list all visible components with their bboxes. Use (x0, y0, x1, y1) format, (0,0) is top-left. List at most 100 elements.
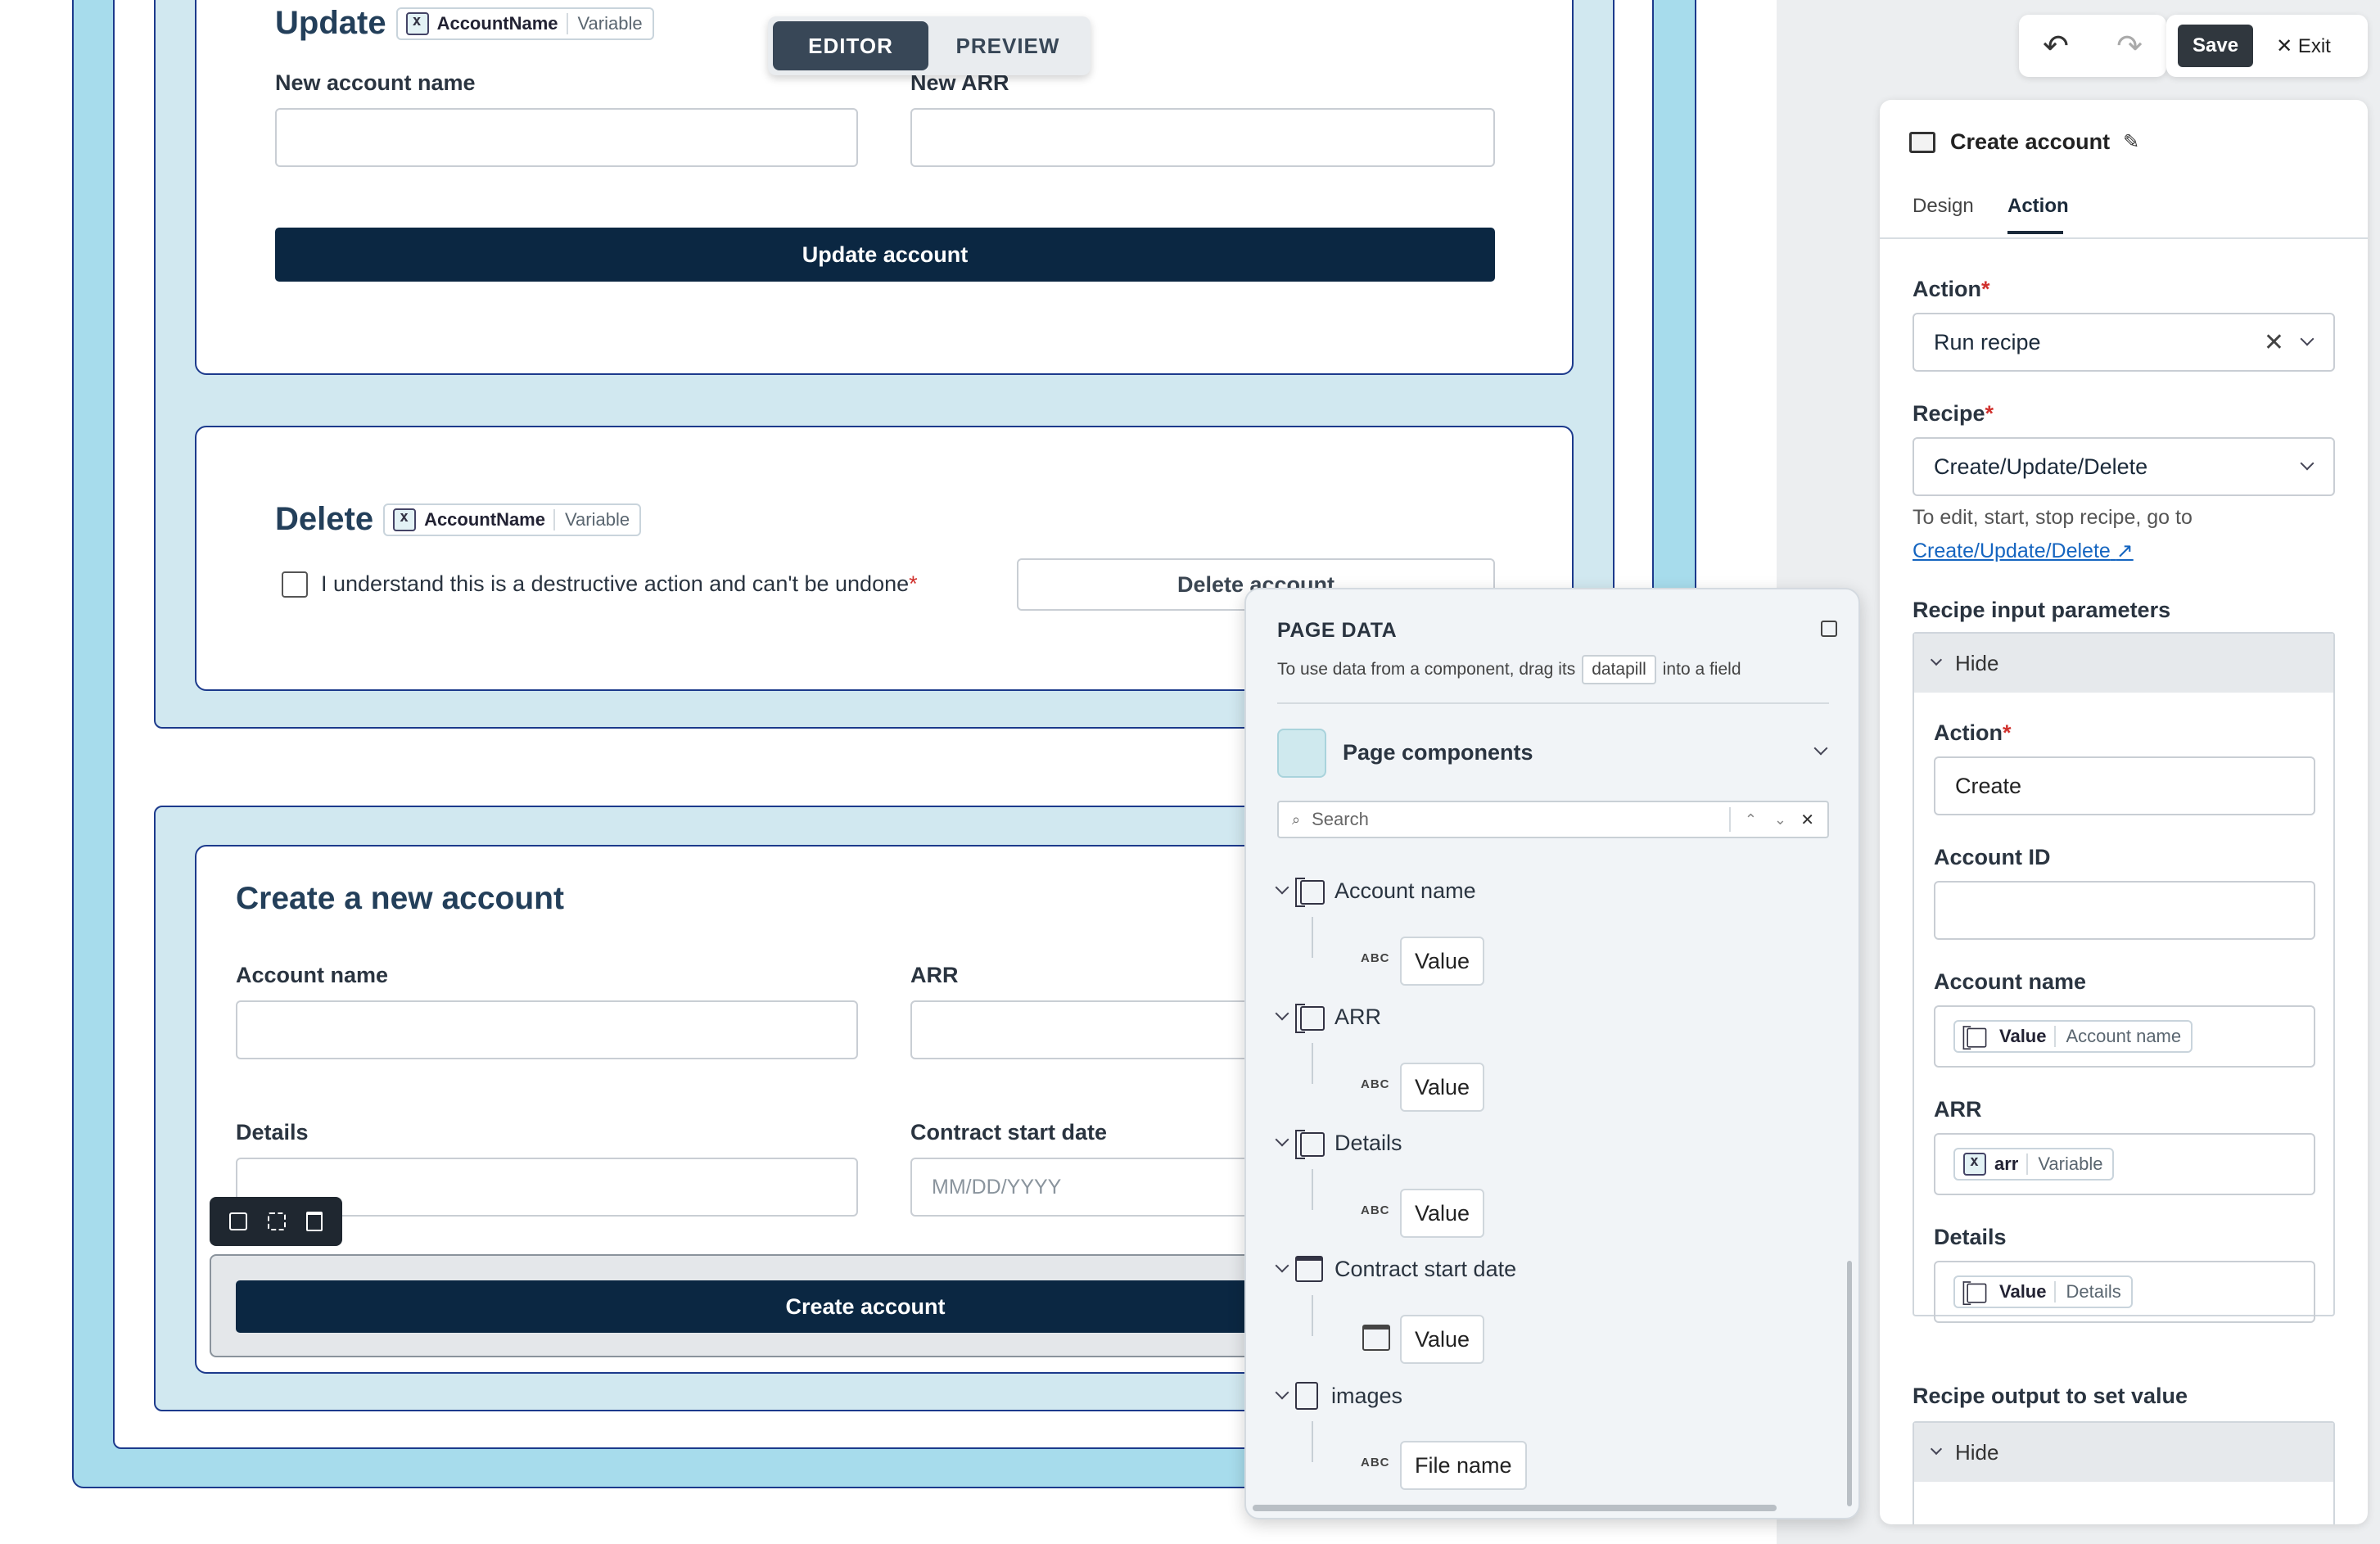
accountname-pill[interactable]: AccountName Variable (395, 7, 654, 40)
trash-icon[interactable] (305, 1212, 323, 1231)
account-name-label: Account name (236, 963, 389, 987)
editor-preview-toggle: EDITOR PREVIEW (768, 16, 1091, 75)
horizontal-scrollbar[interactable] (1253, 1505, 1777, 1511)
tree-line (1312, 1169, 1313, 1210)
tab-design[interactable]: Design (1913, 195, 1974, 218)
search-icon: ⌕ (1292, 810, 1301, 828)
arr-datapill[interactable]: arrVariable (1953, 1148, 2115, 1181)
chevron-down-icon[interactable]: ⌄ (1774, 811, 1786, 828)
abc-icon: ABC (1361, 951, 1390, 965)
active-tab-indicator (2007, 231, 2063, 234)
chevron-up-icon[interactable]: ⌃ (1745, 811, 1757, 828)
edit-pencil-icon[interactable]: ✎ (2123, 130, 2139, 154)
account-id-label: Account ID (1934, 845, 2051, 869)
chevron-down-icon (1275, 1385, 1289, 1400)
properties-panel: Create account ✎ Design Action Action* R… (1880, 100, 2368, 1524)
tree-item-images[interactable]: images (1275, 1382, 1402, 1410)
abc-icon: ABC (1361, 1077, 1390, 1091)
clear-icon[interactable]: ✕ (2264, 328, 2284, 357)
tab-action[interactable]: Action (2007, 195, 2069, 218)
tree-item-details[interactable]: Details (1275, 1130, 1402, 1159)
arr-param-input[interactable]: arrVariable (1934, 1133, 2315, 1195)
account-id-input[interactable] (1934, 881, 2315, 940)
account-name-input[interactable] (236, 1000, 858, 1059)
arr-param-label: ARR (1934, 1097, 1982, 1122)
save-exit-toolbar: Save ✕ Exit (2166, 15, 2368, 77)
variable-icon (1963, 1153, 1986, 1176)
images-file-name-pill[interactable]: File name (1400, 1441, 1527, 1490)
tabs-divider (1880, 237, 2368, 239)
recipe-link[interactable]: Create/Update/Delete ↗ (1913, 539, 2134, 563)
chevron-down-icon (1275, 1258, 1289, 1273)
account-name-param-label: Account name (1934, 969, 2087, 994)
calendar-icon (1295, 1256, 1323, 1282)
chevron-down-icon (2300, 456, 2315, 471)
update-title: Update (275, 5, 386, 41)
divider (1277, 702, 1829, 704)
new-arr-input[interactable] (910, 108, 1495, 167)
action-select[interactable]: Run recipe ✕ (1913, 313, 2335, 372)
create-title: Create a new account (236, 881, 564, 916)
recipe-hint: To edit, start, stop recipe, go to (1913, 506, 2193, 529)
recipe-label: Recipe* (1913, 401, 1994, 426)
undo-icon[interactable]: ↶ (2043, 28, 2069, 65)
tree-item-account-name[interactable]: Account name (1275, 878, 1476, 907)
select-parent-icon[interactable] (267, 1212, 286, 1230)
editor-tab[interactable]: EDITOR (773, 21, 928, 70)
external-link-icon: ↗ (2116, 539, 2134, 562)
history-toolbar: ↶ ↷ (2019, 15, 2166, 77)
account-name-datapill[interactable]: Value Account name (1953, 1020, 2193, 1053)
recipe-output-label: Recipe output to set value (1913, 1384, 2188, 1408)
page-components-label: Page components (1343, 740, 1533, 765)
tree-item-contract-start-date[interactable]: Contract start date (1275, 1256, 1516, 1282)
preview-tab[interactable]: PREVIEW (930, 21, 1086, 70)
inner-action-label: Action* (1934, 720, 2012, 745)
new-account-name-input[interactable] (275, 108, 858, 167)
output-hide-toggle[interactable]: Hide (1914, 1423, 2333, 1482)
destructive-checkbox-label: I understand this is a destructive actio… (321, 571, 918, 596)
datapill-sample: datapill (1582, 655, 1656, 684)
dock-icon[interactable] (1821, 621, 1837, 637)
inner-action-input[interactable]: Create (1934, 756, 2315, 815)
contract-start-date-label: Contract start date (910, 1120, 1108, 1144)
details-label: Details (236, 1120, 309, 1144)
redo-icon[interactable]: ↷ (2116, 28, 2143, 65)
pill-type: Variable (566, 12, 653, 34)
input-params-hide-toggle[interactable]: Hide (1914, 634, 2333, 693)
account-name-value-pill[interactable]: Value (1400, 937, 1485, 986)
abc-icon: ABC (1361, 1456, 1390, 1470)
close-icon[interactable]: ✕ (1800, 810, 1814, 830)
button-component-icon (1909, 131, 1935, 153)
chevron-down-icon[interactable] (1813, 741, 1828, 756)
vertical-scrollbar[interactable] (1847, 1261, 1852, 1506)
action-select-value: Run recipe (1934, 329, 2041, 354)
update-account-button[interactable]: Update account (275, 228, 1495, 282)
arr-value-pill[interactable]: Value (1400, 1063, 1485, 1112)
search-placeholder: Search (1312, 809, 1369, 829)
variable-icon (393, 508, 417, 531)
exit-button[interactable]: ✕ Exit (2276, 34, 2331, 58)
destructive-checkbox[interactable] (282, 571, 308, 598)
duplicate-icon[interactable] (229, 1212, 248, 1230)
close-icon: ✕ (2276, 34, 2298, 57)
chevron-down-icon (1930, 1442, 1943, 1456)
abc-icon: ABC (1361, 1203, 1390, 1217)
output-box: Hide (1913, 1421, 2335, 1524)
recipe-select[interactable]: Create/Update/Delete (1913, 437, 2335, 496)
tree-item-arr[interactable]: ARR (1275, 1004, 1381, 1033)
details-datapill[interactable]: Value Details (1953, 1275, 2133, 1308)
account-name-param-input[interactable]: Value Account name (1934, 1005, 2315, 1068)
file-icon (1295, 1382, 1318, 1410)
contract-start-date-value-pill[interactable]: Value (1400, 1315, 1485, 1364)
tree-line (1312, 1421, 1313, 1462)
page-data-title: PAGE DATA (1277, 619, 1398, 642)
component-title: Create account (1950, 129, 2111, 154)
components-search-input[interactable]: ⌕ Search ⌃ ⌄ ✕ (1277, 801, 1829, 838)
accountname-pill[interactable]: AccountName Variable (383, 503, 642, 536)
save-button[interactable]: Save (2178, 25, 2254, 67)
pill-name: AccountName (424, 508, 545, 530)
details-param-input[interactable]: Value Details (1934, 1261, 2315, 1323)
variable-icon (405, 11, 429, 35)
details-value-pill[interactable]: Value (1400, 1189, 1485, 1238)
delete-title: Delete (275, 501, 374, 537)
